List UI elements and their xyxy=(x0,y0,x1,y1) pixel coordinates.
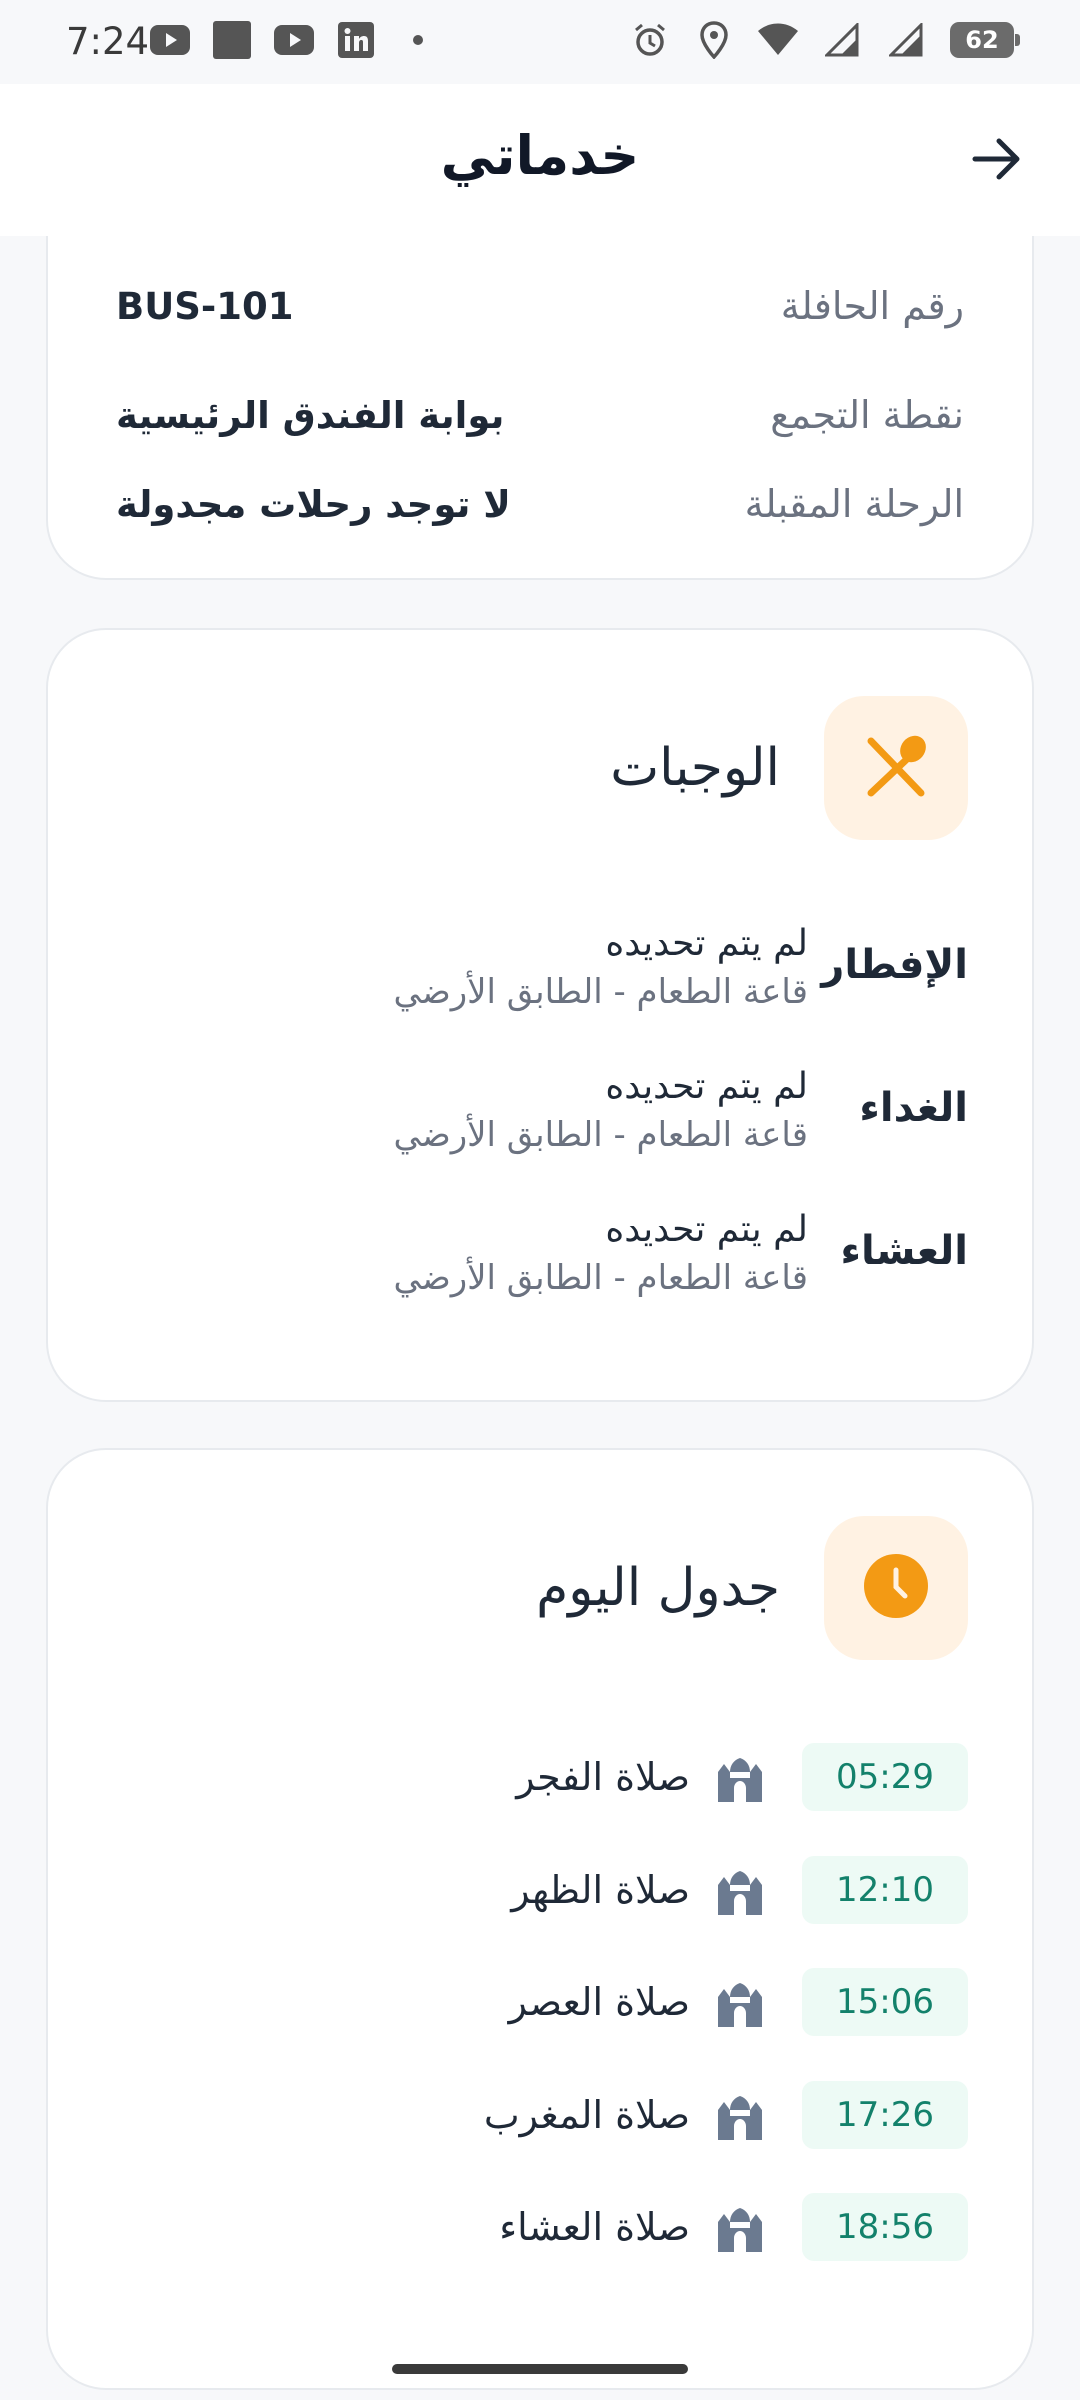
prayer-time: 12:10 xyxy=(802,1856,968,1924)
youtube-icon xyxy=(274,20,314,60)
prayer-time: 15:06 xyxy=(802,1968,968,2036)
meal-name: الغداء xyxy=(859,1085,968,1131)
transport-card: رقم الحافلة BUS-101 نقطة التجمع بوابة ال… xyxy=(46,236,1034,580)
status-bar: 7:24 62 xyxy=(0,0,1080,84)
page-title: خدماتي xyxy=(440,124,640,187)
meal-row-breakfast: الإفطار لم يتم تحديده قاعة الطعام - الطا… xyxy=(116,920,968,1016)
dot-icon xyxy=(398,20,438,60)
mosque-icon xyxy=(710,2197,770,2257)
meal-info: لم يتم تحديده قاعة الطعام - الطابق الأرض… xyxy=(116,920,808,1016)
square-icon xyxy=(212,20,252,60)
meal-info: لم يتم تحديده قاعة الطعام - الطابق الأرض… xyxy=(116,1206,808,1302)
prayer-row: 18:56 صلاة العشاء xyxy=(116,2192,968,2262)
meal-row-dinner: العشاء لم يتم تحديده قاعة الطعام - الطاب… xyxy=(116,1206,968,1302)
prayer-time: 18:56 xyxy=(802,2193,968,2261)
battery-icon: 62 xyxy=(950,22,1020,58)
youtube-icon xyxy=(150,20,190,60)
system-icons: 62 xyxy=(630,20,1020,60)
location-icon xyxy=(694,20,734,60)
signal-icon xyxy=(886,20,926,60)
prayer-name: صلاة العشاء xyxy=(499,2205,690,2249)
signal-icon xyxy=(822,20,862,60)
prayer-name: صلاة الفجر xyxy=(516,1755,690,1799)
prayer-name: صلاة المغرب xyxy=(483,2093,690,2137)
mosque-icon xyxy=(710,2085,770,2145)
bus-number-value: BUS-101 xyxy=(116,284,294,328)
meal-status: لم يتم تحديده xyxy=(605,1066,808,1107)
status-time: 7:24 xyxy=(66,20,150,63)
meal-place: قاعة الطعام - الطابق الأرضي xyxy=(393,972,808,1012)
meal-place: قاعة الطعام - الطابق الأرضي xyxy=(393,1115,808,1155)
prayer-row: 15:06 صلاة العصر xyxy=(116,1967,968,2037)
meals-header: الوجبات xyxy=(610,696,968,840)
mosque-icon xyxy=(710,1860,770,1920)
meal-info: لم يتم تحديده قاعة الطعام - الطابق الأرض… xyxy=(116,1063,808,1159)
meals-card: الوجبات الإفطار لم يتم تحديده قاعة الطعا… xyxy=(46,628,1034,1402)
meeting-point-label: نقطة التجمع xyxy=(770,393,964,437)
back-button[interactable] xyxy=(962,126,1032,196)
mosque-icon xyxy=(710,1747,770,1807)
next-trip-value: لا توجد رحلات مجدولة xyxy=(116,482,511,526)
meal-row-lunch: الغداء لم يتم تحديده قاعة الطعام - الطاب… xyxy=(116,1063,968,1159)
meal-place: قاعة الطعام - الطابق الأرضي xyxy=(393,1258,808,1298)
prayer-row: 12:10 صلاة الظهر xyxy=(116,1855,968,1925)
prayer-name: صلاة العصر xyxy=(508,1980,690,2024)
schedule-card: جدول اليوم 05:29 صلاة الفجر 12:10 صلاة ا… xyxy=(46,1448,1034,2390)
meal-status: لم يتم تحديده xyxy=(605,923,808,964)
bus-number-label: رقم الحافلة xyxy=(780,284,964,328)
meal-name: الإفطار xyxy=(821,942,968,988)
prayer-time: 17:26 xyxy=(802,2081,968,2149)
content-scroll[interactable]: رقم الحافلة BUS-101 نقطة التجمع بوابة ال… xyxy=(0,236,1080,2400)
schedule-icon-tile xyxy=(824,1516,968,1660)
prayer-row: 05:29 صلاة الفجر xyxy=(116,1742,968,1812)
utensils-icon xyxy=(861,731,931,805)
clock-icon xyxy=(862,1552,930,1624)
mosque-icon xyxy=(710,1972,770,2032)
prayer-row: 17:26 صلاة المغرب xyxy=(116,2080,968,2150)
prayer-name: صلاة الظهر xyxy=(511,1868,690,1912)
linkedin-icon xyxy=(336,20,376,60)
notification-icons xyxy=(150,20,438,60)
next-trip-row: الرحلة المقبلة لا توجد رحلات مجدولة xyxy=(116,474,964,534)
app-header: خدماتي xyxy=(0,84,1080,236)
alarm-icon xyxy=(630,20,670,60)
meals-icon-tile xyxy=(824,696,968,840)
prayer-time: 05:29 xyxy=(802,1743,968,1811)
schedule-title: جدول اليوم xyxy=(536,1558,780,1618)
meal-name: العشاء xyxy=(840,1228,968,1274)
bus-number-row: رقم الحافلة BUS-101 xyxy=(116,276,964,336)
schedule-header: جدول اليوم xyxy=(536,1516,968,1660)
arrow-right-icon xyxy=(971,137,1023,185)
home-indicator[interactable] xyxy=(392,2364,688,2374)
meeting-point-value: بوابة الفندق الرئيسية xyxy=(116,393,505,437)
meeting-point-row: نقطة التجمع بوابة الفندق الرئيسية xyxy=(116,385,964,445)
meals-title: الوجبات xyxy=(610,738,780,798)
meal-status: لم يتم تحديده xyxy=(605,1209,808,1250)
wifi-icon xyxy=(758,20,798,60)
next-trip-label: الرحلة المقبلة xyxy=(744,482,964,526)
